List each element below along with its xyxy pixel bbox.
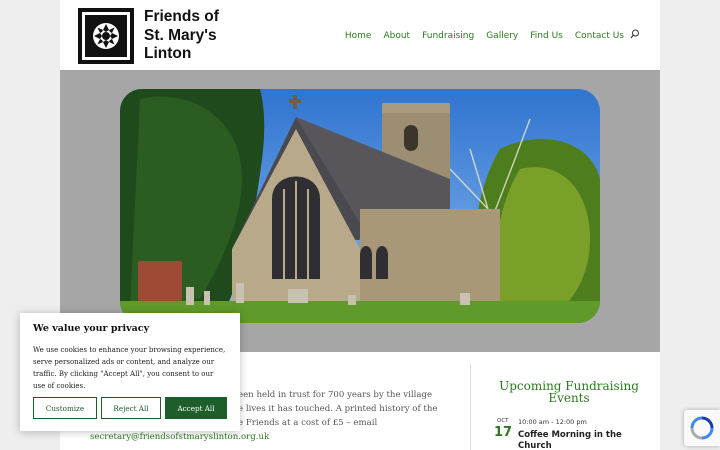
- event-title[interactable]: Coffee Morning in the Church: [518, 430, 648, 450]
- column-divider: [470, 364, 471, 450]
- brand-line-3: Linton: [144, 45, 192, 62]
- site-header: Friends of St. Mary's Linton Home About …: [60, 0, 660, 70]
- nav-gallery[interactable]: Gallery: [486, 31, 518, 41]
- event-month: OCT: [497, 418, 509, 424]
- main-nav: Home About Fundraising Gallery Find Us C…: [333, 29, 640, 42]
- hero-section: [60, 70, 660, 352]
- customize-button[interactable]: Customize: [33, 397, 97, 419]
- brand-line-2: St. Mary's: [144, 26, 217, 44]
- reject-all-button[interactable]: Reject All: [101, 397, 161, 419]
- nav-home[interactable]: Home: [345, 31, 372, 41]
- church-photo: [120, 89, 600, 323]
- cookie-body: We use cookies to enhance your browsing …: [33, 346, 226, 390]
- event-day: 17: [494, 425, 513, 440]
- nav-find-us[interactable]: Find Us: [530, 31, 563, 41]
- nav-contact-us[interactable]: Contact Us: [575, 31, 624, 41]
- cookie-consent-banner: We value your privacy We use cookies to …: [20, 313, 240, 431]
- event-item[interactable]: OCT 17 10:00 am - 12:00 pm Coffee Mornin…: [484, 418, 654, 450]
- site-title[interactable]: Friends of St. Mary's Linton: [144, 8, 219, 64]
- brand-line-1: Friends of: [144, 8, 219, 25]
- event-time: 10:00 am - 12:00 pm: [518, 418, 587, 426]
- events-widget: Upcoming Fundraising Events OCT 17 10:00…: [484, 380, 654, 450]
- nav-fundraising[interactable]: Fundraising: [422, 31, 474, 41]
- nav-about[interactable]: About: [383, 31, 410, 41]
- cookie-buttons: Customize Reject All Accept All: [33, 397, 227, 419]
- site-logo[interactable]: [78, 8, 134, 64]
- accept-all-button[interactable]: Accept All: [165, 397, 227, 419]
- search-icon[interactable]: [630, 29, 640, 42]
- cookie-title: We value your privacy: [33, 323, 150, 334]
- events-heading: Upcoming Fundraising Events: [499, 379, 639, 405]
- recaptcha-badge[interactable]: [684, 410, 720, 446]
- email-link[interactable]: secretary@friendsofstmaryslinton.org.uk: [90, 430, 450, 444]
